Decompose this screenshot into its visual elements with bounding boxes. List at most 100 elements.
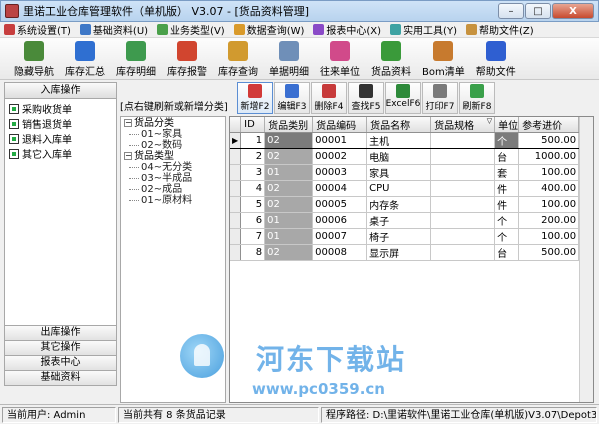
table-cell[interactable]: 5: [240, 196, 266, 213]
toolbar-button[interactable]: 库存报警: [167, 38, 207, 78]
table-cell[interactable]: [430, 132, 496, 149]
table-cell[interactable]: 电脑: [366, 148, 432, 165]
table-row[interactable]: ▶ 1 02 00001 主机 个 500.00: [230, 132, 580, 149]
table-cell[interactable]: [430, 180, 496, 197]
toolbar-button[interactable]: Bom清单: [422, 38, 465, 78]
menu-item[interactable]: 报表中心(X): [313, 22, 381, 37]
toolbar-button[interactable]: 往来单位: [320, 38, 360, 78]
table-cell[interactable]: [430, 244, 496, 261]
column-header-category[interactable]: 货品类别: [264, 117, 314, 133]
table-cell[interactable]: 主机: [366, 132, 432, 149]
nav-item[interactable]: 退料入库单: [9, 131, 112, 146]
nav-section[interactable]: 出库操作: [5, 325, 116, 340]
table-cell[interactable]: 500.00: [518, 132, 580, 149]
menu-item[interactable]: 系统设置(T): [4, 22, 71, 37]
vertical-scrollbar[interactable]: [579, 117, 593, 402]
tree-node-goods-category[interactable]: − 货品分类: [121, 118, 225, 129]
column-header-spec[interactable]: 货品规格 ▽: [430, 117, 496, 133]
column-header-code[interactable]: 货品编码: [312, 117, 368, 133]
nav-section[interactable]: 报表中心: [5, 355, 116, 370]
table-cell[interactable]: 1000.00: [518, 148, 580, 165]
minimize-button[interactable]: –: [498, 3, 524, 19]
edit-toolbar-button[interactable]: 删除F4: [311, 82, 347, 114]
edit-toolbar-button[interactable]: 编辑F3: [274, 82, 310, 114]
table-cell[interactable]: 02: [264, 132, 314, 149]
table-cell[interactable]: 套: [494, 164, 520, 181]
table-cell[interactable]: 01: [264, 212, 314, 229]
menu-item[interactable]: 基础资料(U): [79, 22, 148, 37]
table-cell[interactable]: [430, 164, 496, 181]
table-cell[interactable]: 显示屏: [366, 244, 432, 261]
table-row[interactable]: 6 01 00006 桌子 个 200.00: [230, 212, 580, 229]
table-cell[interactable]: 8: [240, 244, 266, 261]
table-cell[interactable]: 02: [264, 148, 314, 165]
table-cell[interactable]: 100.00: [518, 164, 580, 181]
table-cell[interactable]: 3: [240, 164, 266, 181]
tree-node[interactable]: 02~成品: [121, 184, 225, 195]
column-header-name[interactable]: 货品名称: [366, 117, 432, 133]
table-cell[interactable]: 桌子: [366, 212, 432, 229]
edit-toolbar-button[interactable]: 打印F7: [422, 82, 458, 114]
nav-item[interactable]: 销售退货单: [9, 116, 112, 131]
table-cell[interactable]: 台: [494, 244, 520, 261]
toolbar-button[interactable]: 单据明细: [269, 38, 309, 78]
table-cell[interactable]: 00004: [312, 180, 368, 197]
table-cell[interactable]: 200.00: [518, 212, 580, 229]
table-cell[interactable]: 家具: [366, 164, 432, 181]
table-cell[interactable]: 400.00: [518, 180, 580, 197]
table-row[interactable]: 3 01 00003 家具 套 100.00: [230, 164, 580, 181]
table-cell[interactable]: 00007: [312, 228, 368, 245]
table-cell[interactable]: 500.00: [518, 244, 580, 261]
column-header-price[interactable]: 参考进价: [518, 117, 580, 133]
table-cell[interactable]: 100.00: [518, 196, 580, 213]
table-cell[interactable]: 01: [264, 228, 314, 245]
edit-toolbar-button[interactable]: 新增F2: [237, 82, 273, 114]
table-cell[interactable]: 台: [494, 148, 520, 165]
table-cell[interactable]: CPU: [366, 180, 432, 197]
table-cell[interactable]: 内存条: [366, 196, 432, 213]
table-cell[interactable]: 件: [494, 196, 520, 213]
close-button[interactable]: X: [552, 3, 594, 19]
column-header-id[interactable]: ID: [240, 117, 266, 133]
tree-node[interactable]: 01~原材料: [121, 195, 225, 206]
table-cell[interactable]: [430, 228, 496, 245]
table-cell[interactable]: 件: [494, 180, 520, 197]
nav-section[interactable]: 其它操作: [5, 340, 116, 355]
table-row[interactable]: 8 02 00008 显示屏 台 500.00: [230, 244, 580, 261]
toolbar-button[interactable]: 货品资料: [371, 38, 411, 78]
table-cell[interactable]: 00006: [312, 212, 368, 229]
table-cell[interactable]: 02: [264, 180, 314, 197]
nav-header-inbound[interactable]: 入库操作: [5, 83, 116, 99]
table-cell[interactable]: 个: [494, 228, 520, 245]
table-cell[interactable]: 7: [240, 228, 266, 245]
menu-item[interactable]: 数据查询(W): [233, 22, 304, 37]
toolbar-button[interactable]: 库存查询: [218, 38, 258, 78]
edit-toolbar-button[interactable]: 查找F5: [348, 82, 384, 114]
table-cell[interactable]: [430, 212, 496, 229]
column-header-unit[interactable]: 单位: [494, 117, 520, 133]
table-cell[interactable]: 100.00: [518, 228, 580, 245]
table-cell[interactable]: 1: [240, 132, 266, 149]
toolbar-button[interactable]: 库存汇总: [65, 38, 105, 78]
edit-toolbar-button[interactable]: ExcelF6: [385, 82, 421, 114]
table-row[interactable]: 7 01 00007 椅子 个 100.00: [230, 228, 580, 245]
table-row[interactable]: 2 02 00002 电脑 台 1000.00: [230, 148, 580, 165]
table-cell[interactable]: 00002: [312, 148, 368, 165]
table-cell[interactable]: 椅子: [366, 228, 432, 245]
toolbar-button[interactable]: 隐藏导航: [14, 38, 54, 78]
table-cell[interactable]: 01: [264, 164, 314, 181]
tree-node[interactable]: 02~数码: [121, 140, 225, 151]
table-row[interactable]: 4 02 00004 CPU 件 400.00: [230, 180, 580, 197]
table-cell[interactable]: 00003: [312, 164, 368, 181]
table-cell[interactable]: 4: [240, 180, 266, 197]
table-cell[interactable]: 02: [264, 196, 314, 213]
table-cell[interactable]: [430, 196, 496, 213]
collapse-icon[interactable]: −: [124, 119, 132, 127]
filter-dropdown-icon[interactable]: ▽: [487, 117, 492, 125]
table-cell[interactable]: 6: [240, 212, 266, 229]
toolbar-button[interactable]: 库存明细: [116, 38, 156, 78]
table-cell[interactable]: 个: [494, 132, 520, 149]
nav-section[interactable]: 基础资料: [5, 370, 116, 385]
collapse-icon[interactable]: −: [124, 152, 132, 160]
table-cell[interactable]: [430, 148, 496, 165]
